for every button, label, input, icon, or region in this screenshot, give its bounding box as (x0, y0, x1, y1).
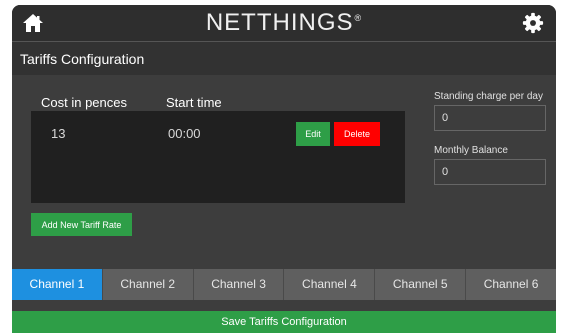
gear-icon[interactable] (522, 12, 544, 34)
standing-charge-label: Standing charge per day (434, 91, 543, 102)
brand-logo: NETTHINGS® (12, 9, 556, 37)
tab-channel-6[interactable]: Channel 6 (466, 269, 556, 300)
standing-charge-field[interactable] (434, 105, 546, 131)
tariff-cost-cell: 13 (51, 126, 66, 141)
channel-tabs: Channel 1 Channel 2 Channel 3 Channel 4 … (12, 269, 556, 300)
tab-channel-4[interactable]: Channel 4 (284, 269, 376, 300)
top-bar: NETTHINGS® (12, 5, 556, 41)
section-header: Tariffs Configuration (12, 41, 556, 75)
app-window: NETTHINGS® Tariffs Configuration Cost in… (12, 5, 556, 333)
column-header-cost: Cost in pences (41, 95, 127, 110)
tab-channel-3[interactable]: Channel 3 (193, 269, 285, 300)
column-header-start-time: Start time (166, 95, 222, 110)
tab-channel-5[interactable]: Channel 5 (375, 269, 467, 300)
save-tariffs-button[interactable]: Save Tariffs Configuration (12, 311, 556, 333)
delete-button[interactable]: Delete (334, 122, 380, 146)
tab-channel-1[interactable]: Channel 1 (12, 269, 103, 300)
edit-button[interactable]: Edit (296, 122, 330, 146)
tariff-start-time-cell: 00:00 (168, 126, 201, 141)
add-tariff-rate-button[interactable]: Add New Tariff Rate (31, 213, 132, 236)
page-title: Tariffs Configuration (20, 51, 145, 67)
monthly-balance-label: Monthly Balance (434, 145, 508, 156)
monthly-balance-field[interactable] (434, 159, 546, 185)
registered-mark: ® (354, 13, 363, 23)
tab-channel-2[interactable]: Channel 2 (102, 269, 194, 300)
brand-name: NETTHINGS (205, 9, 354, 36)
